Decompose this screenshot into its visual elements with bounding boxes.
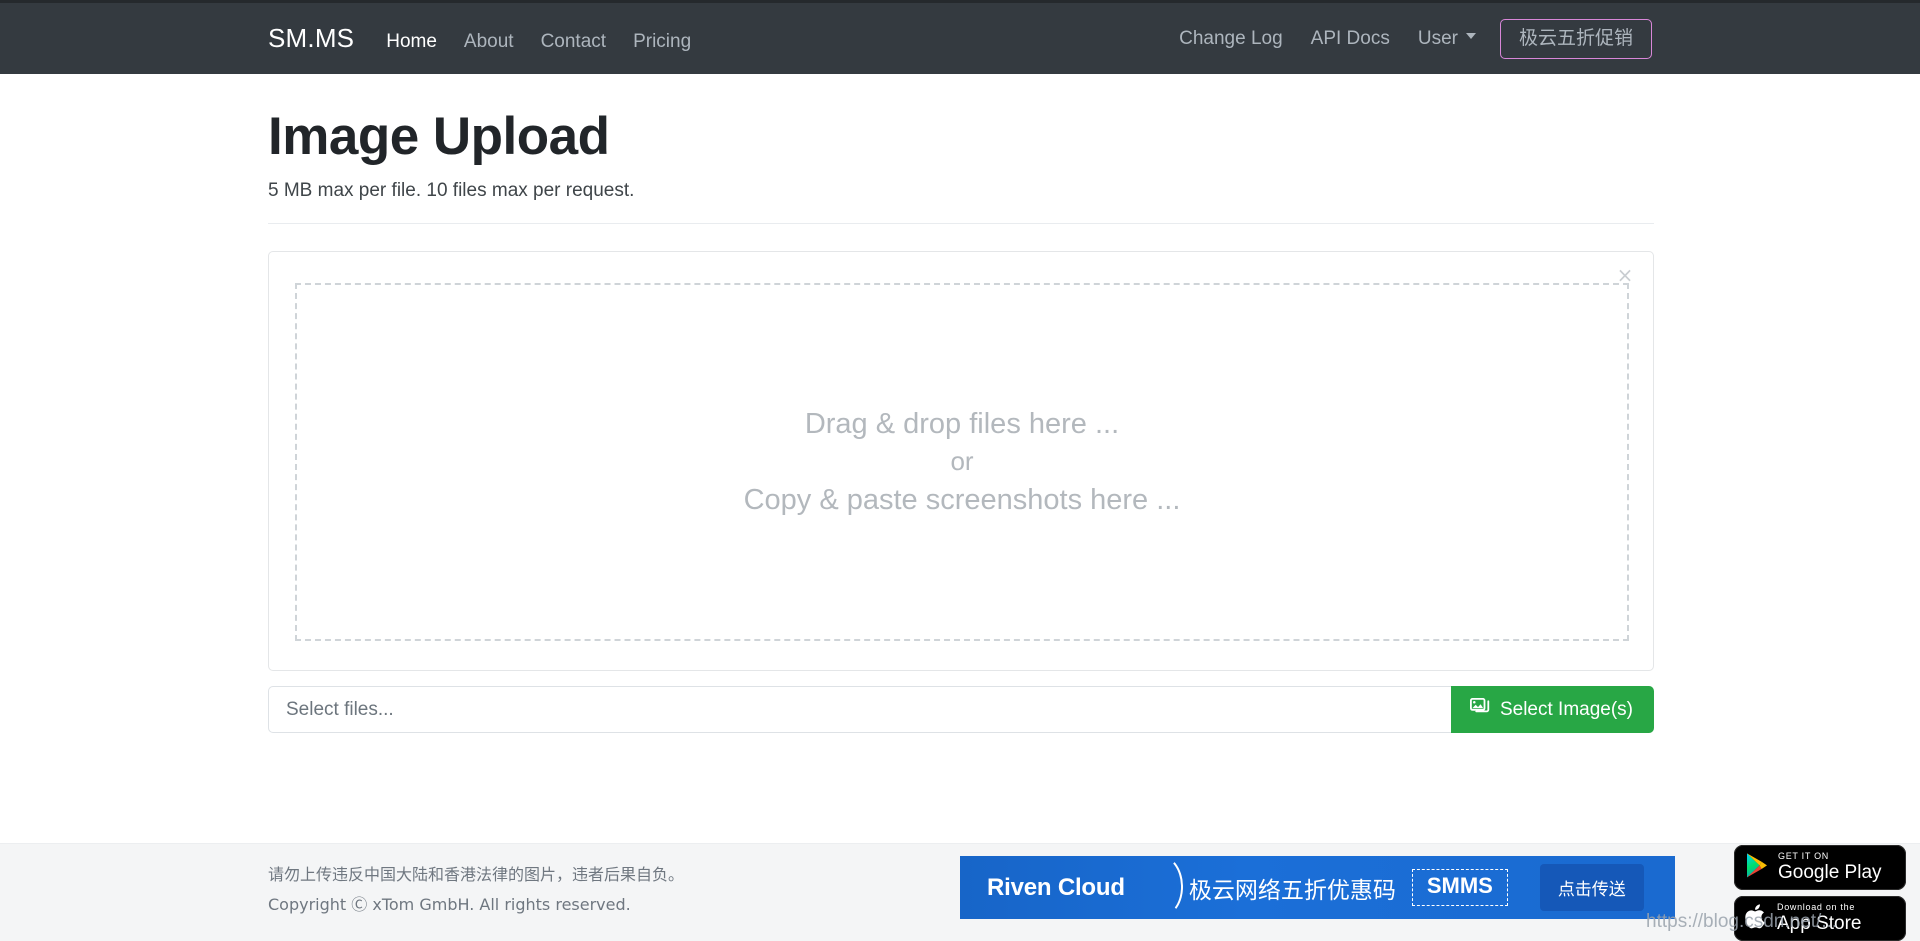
apple-icon: [1745, 903, 1768, 935]
banner-promo-code: SMMS: [1411, 869, 1508, 906]
nav-link-change-log[interactable]: Change Log: [1179, 28, 1283, 50]
arc-decoration-icon: [1137, 856, 1185, 918]
google-play-badge[interactable]: GET IT ON Google Play: [1734, 845, 1906, 890]
select-images-button[interactable]: Select Image(s): [1450, 686, 1654, 734]
brand-logo[interactable]: SM.MS: [268, 23, 354, 54]
nav-dropdown-user[interactable]: User: [1418, 28, 1476, 50]
app-store-name: App Store: [1777, 912, 1862, 934]
select-images-button-label: Select Image(s): [1499, 698, 1633, 720]
google-play-pretext: GET IT ON: [1778, 851, 1829, 862]
upload-card: × Drag & drop files here ... or Copy & p…: [268, 251, 1654, 672]
dropzone-line-3: Copy & paste screenshots here ...: [743, 484, 1181, 517]
banner-brand-label: Riven Cloud: [987, 873, 1125, 901]
nav-link-pricing[interactable]: Pricing: [633, 31, 691, 53]
promo-button[interactable]: 极云五折促销: [1499, 18, 1652, 59]
file-dropzone[interactable]: Drag & drop files here ... or Copy & pas…: [295, 283, 1629, 642]
nav-link-about[interactable]: About: [464, 31, 514, 53]
banner-brand-group: Riven Cloud: [987, 856, 1185, 918]
nav-link-api-docs[interactable]: API Docs: [1311, 28, 1390, 50]
footer-text-block: 请勿上传违反中国大陆和香港法律的图片，违者后果自负。 Copyright Ⓒ x…: [268, 864, 684, 916]
page-subtitle: 5 MB max per file. 10 files max per requ…: [268, 180, 635, 202]
banner-ad[interactable]: Riven Cloud 极云网络五折优惠码 SMMS 点击传送: [960, 856, 1675, 919]
banner-cta-button[interactable]: 点击传送: [1539, 864, 1644, 911]
footer-copyright: Copyright Ⓒ xTom GmbH. All rights reserv…: [268, 894, 631, 914]
nav-dropdown-user-label: User: [1417, 27, 1458, 49]
page-title: Image Upload: [268, 107, 610, 166]
header-divider: [268, 223, 1654, 225]
dropzone-line-1: Drag & drop files here ...: [804, 408, 1120, 441]
banner-headline: 极云网络五折优惠码: [1188, 877, 1396, 904]
store-badges: GET IT ON Google Play Download on the Ap…: [1734, 845, 1906, 941]
app-store-pretext: Download on the: [1777, 902, 1856, 913]
google-play-name: Google Play: [1778, 861, 1882, 883]
file-select-input[interactable]: [268, 686, 1451, 734]
footer-notice: 请勿上传违反中国大陆和香港法律的图片，违者后果自负。: [268, 865, 685, 884]
google-play-icon: [1745, 852, 1769, 884]
main-container: Image Upload 5 MB max per file. 10 files…: [268, 74, 1654, 734]
images-icon: [1469, 697, 1491, 722]
app-store-badge[interactable]: Download on the App Store: [1734, 896, 1906, 941]
nav-link-contact[interactable]: Contact: [541, 31, 606, 53]
nav-link-home[interactable]: Home: [386, 31, 437, 53]
top-navbar: SM.MS Home About Contact Pricing Change …: [0, 0, 1920, 74]
navbar-right-group: Change Log API Docs User 极云五折促销: [1151, 18, 1652, 59]
app-store-badge-text: Download on the App Store: [1777, 902, 1862, 934]
chevron-down-icon: [1465, 33, 1476, 40]
page-root: SM.MS Home About Contact Pricing Change …: [0, 0, 1920, 941]
upload-input-group: Select Image(s): [268, 686, 1654, 734]
google-play-badge-text: GET IT ON Google Play: [1778, 851, 1882, 883]
navbar-left-group: SM.MS Home About Contact Pricing: [268, 23, 718, 54]
dropzone-line-2: or: [950, 446, 974, 477]
